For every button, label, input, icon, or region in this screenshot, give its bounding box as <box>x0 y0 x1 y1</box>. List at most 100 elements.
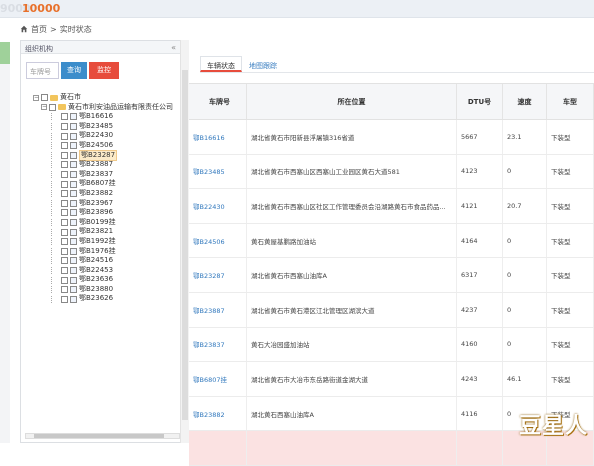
checkbox[interactable] <box>61 238 68 245</box>
checkbox[interactable] <box>61 257 68 264</box>
cell-plate[interactable]: 鄂B23287 <box>189 258 247 292</box>
tree-node-vehicle[interactable]: 鄂B1992挂 <box>33 237 173 247</box>
table-row[interactable]: 鄂B16616湖北省黄石市阳新县浮屠镇316省道566723.1下装型 <box>189 120 594 155</box>
breadcrumb-home[interactable]: 首页 <box>31 24 47 35</box>
tree-node-vehicle[interactable]: 鄂B23636 <box>33 275 173 285</box>
monitor-button[interactable]: 监控 <box>89 62 119 79</box>
side-green-tab[interactable] <box>0 42 10 64</box>
checkbox[interactable] <box>61 171 68 178</box>
checkbox[interactable] <box>61 161 68 168</box>
tree-node-label[interactable]: 鄂B16616 <box>79 112 113 122</box>
tree-node-vehicle[interactable]: 鄂B0199挂 <box>33 218 173 228</box>
checkbox[interactable] <box>61 296 68 303</box>
cell-plate[interactable]: 鄂B16616 <box>189 120 247 154</box>
tree-node-company[interactable]: − 黄石市利安油品运输有限责任公司 <box>33 103 173 113</box>
checkbox[interactable] <box>61 152 68 159</box>
column-header-type[interactable]: 车型 <box>547 84 594 119</box>
column-header-dtu[interactable]: DTU号 <box>457 84 503 119</box>
tree-node-label[interactable]: 鄂B6807挂 <box>79 179 116 189</box>
query-button[interactable]: 查询 <box>61 62 87 79</box>
checkbox[interactable] <box>61 229 68 236</box>
vertical-scrollbar[interactable] <box>180 40 189 443</box>
tree-node-label[interactable]: 鄂B22453 <box>79 266 113 276</box>
column-header-plate[interactable]: 车牌号 <box>189 84 247 119</box>
column-header-location[interactable]: 所在位置 <box>247 84 457 119</box>
checkbox[interactable] <box>61 142 68 149</box>
plate-number-input[interactable]: 车牌号 <box>26 62 59 79</box>
cell-plate[interactable]: 鄂B23485 <box>189 155 247 189</box>
table-row[interactable]: 鄂B6807挂湖北省黄石市大冶市东岳路街道金湖大道424346.1下装型 <box>189 362 594 397</box>
tree-node-label[interactable]: 鄂B23887 <box>79 160 113 170</box>
tree-node-label[interactable]: 鄂B23837 <box>79 170 113 180</box>
cell-plate[interactable]: 鄂B24506 <box>189 224 247 258</box>
table-row[interactable]: 鄂B23887湖北省黄石市黄石港区江北管理区湖滨大道42370下装型 <box>189 293 594 328</box>
tab-vehicle-status[interactable]: 车辆状态 <box>200 56 242 72</box>
tree-node-label[interactable]: 黄石市利安油品运输有限责任公司 <box>68 103 173 113</box>
tree-node-label[interactable]: 鄂B0199挂 <box>79 218 116 228</box>
cell-plate[interactable]: 鄂B23882 <box>189 397 247 431</box>
checkbox[interactable] <box>61 181 68 188</box>
checkbox[interactable] <box>61 200 68 207</box>
watermark-logo: 豆星人 <box>519 408 588 440</box>
column-header-speed[interactable]: 速度 <box>503 84 547 119</box>
tree-node-vehicle[interactable]: 鄂B23837 <box>33 170 173 180</box>
tree-node-label[interactable]: 鄂B23485 <box>79 122 113 132</box>
checkbox[interactable] <box>61 267 68 274</box>
checkbox[interactable] <box>61 123 68 130</box>
tree-node-vehicle[interactable]: 鄂B23882 <box>33 189 173 199</box>
tree-node-vehicle[interactable]: 鄂B1976挂 <box>33 247 173 257</box>
scrollbar-thumb[interactable] <box>34 434 164 438</box>
tree-node-vehicle[interactable]: 鄂B23887 <box>33 160 173 170</box>
tree-node-vehicle[interactable]: 鄂B23626 <box>33 294 173 304</box>
cell-plate[interactable]: 鄂B6807挂 <box>189 362 247 396</box>
tree-node-vehicle[interactable]: 鄂B22453 <box>33 266 173 276</box>
table-row[interactable]: 鄂B24506黄石黄屋基鹏路加油站41640下装型 <box>189 224 594 259</box>
tree-node-label[interactable]: 鄂B23636 <box>79 275 113 285</box>
cell-plate[interactable]: 鄂B23887 <box>189 293 247 327</box>
tree-node-vehicle[interactable]: 鄂B23485 <box>33 122 173 132</box>
tree-node-label[interactable]: 鄂B1976挂 <box>79 247 116 257</box>
table-row[interactable]: 鄂B23485湖北省黄石市西塞山区西塞山工业园区黄石大道58141230下装型 <box>189 155 594 190</box>
tree-node-label[interactable]: 鄂B23896 <box>79 208 113 218</box>
tree-node-label[interactable]: 鄂B24516 <box>79 256 113 266</box>
tree-node-label[interactable]: 鄂B23821 <box>79 227 113 237</box>
tree-node-label[interactable]: 鄂B23626 <box>79 294 113 304</box>
tree-node-label[interactable]: 鄂B23882 <box>79 189 113 199</box>
checkbox[interactable] <box>61 133 68 140</box>
tree-node-vehicle[interactable]: 鄂B23821 <box>33 227 173 237</box>
tree-node-label[interactable]: 鄂B22430 <box>79 131 113 141</box>
scrollbar-thumb[interactable] <box>182 70 188 420</box>
checkbox[interactable] <box>41 94 48 101</box>
tree-node-label[interactable]: 黄石市 <box>60 93 81 103</box>
tree-node-vehicle[interactable]: 鄂B23287 <box>33 151 173 161</box>
table-row[interactable]: 鄂B23287湖北省黄石市西塞山油库A63170下装型 <box>189 258 594 293</box>
checkbox[interactable] <box>61 190 68 197</box>
checkbox[interactable] <box>61 219 68 226</box>
table-row[interactable]: 鄂B23837黄石大冶园盛加油站41600下装型 <box>189 328 594 363</box>
tree-node-label[interactable]: 鄂B1992挂 <box>79 237 116 247</box>
horizontal-scrollbar[interactable] <box>25 433 180 439</box>
checkbox[interactable] <box>49 104 56 111</box>
cell-plate[interactable]: 鄂B23837 <box>189 328 247 362</box>
collapse-node-icon[interactable]: − <box>33 95 39 101</box>
checkbox[interactable] <box>61 286 68 293</box>
tree-node-root[interactable]: − 黄石市 <box>33 93 173 103</box>
tree-connector <box>51 161 59 168</box>
tree-node-vehicle[interactable]: 鄂B23967 <box>33 199 173 209</box>
tab-map-tracking[interactable]: 地图跟踪 <box>242 56 284 72</box>
tree-node-vehicle[interactable]: 鄂B24516 <box>33 256 173 266</box>
tree-node-vehicle[interactable]: 鄂B16616 <box>33 112 173 122</box>
checkbox[interactable] <box>61 277 68 284</box>
tree-node-vehicle[interactable]: 鄂B22430 <box>33 131 173 141</box>
collapse-node-icon[interactable]: − <box>41 104 47 110</box>
tree-node-vehicle[interactable]: 鄂B6807挂 <box>33 179 173 189</box>
tree-node-label[interactable]: 鄂B23967 <box>79 199 113 209</box>
home-icon[interactable] <box>20 25 28 33</box>
collapse-icon[interactable]: « <box>171 43 176 52</box>
table-row[interactable]: 鄂B22430湖北省黄石市西塞山区社区工作管理委员会沿湖路黄石市食品药品...4… <box>189 189 594 224</box>
checkbox[interactable] <box>61 113 68 120</box>
cell-plate[interactable]: 鄂B22430 <box>189 189 247 223</box>
checkbox[interactable] <box>61 209 68 216</box>
tree-node-vehicle[interactable]: 鄂B23896 <box>33 208 173 218</box>
checkbox[interactable] <box>61 248 68 255</box>
